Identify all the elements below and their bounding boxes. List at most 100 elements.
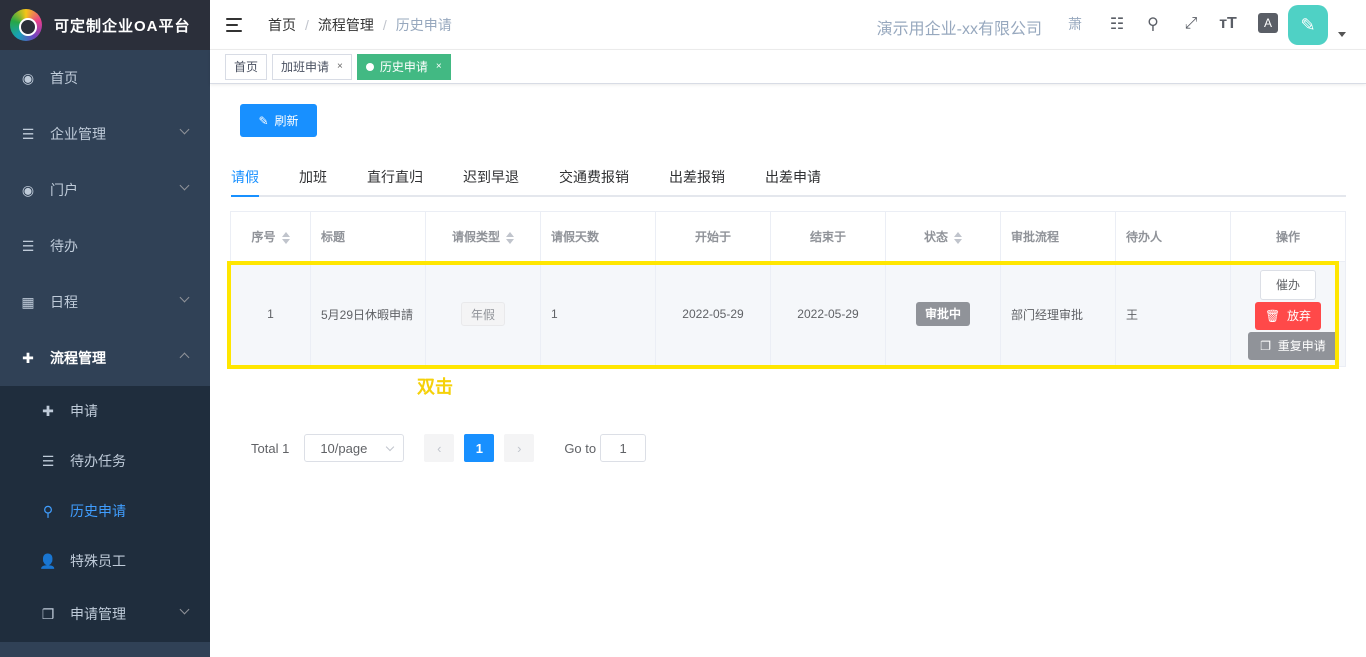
sidebar-item-apply[interactable]: ✚ 申请 [0,386,210,436]
col-start: 开始于 [655,211,771,262]
goto-label: Go to [564,440,597,456]
next-page-button[interactable]: › [504,434,535,462]
sidebar: 可定制企业OA平台 ◉ 首页 ☰ 企业管理 ◉ 门户 ☰ 待办 ▦ 日程 ✚ 流… [0,0,210,657]
abandon-button[interactable]: 🗑 放弃 [1255,302,1321,330]
page-button-current[interactable]: 1 [464,434,495,462]
refresh-button[interactable]: ✎ 刷新 [240,104,317,137]
leave-type-badge: 年假 [460,302,505,326]
list-icon: ☰ [41,452,55,469]
sidebar-item-history[interactable]: ⚲ 历史申请 [0,486,210,536]
avatar[interactable]: ✎ [1288,5,1328,45]
col-title: 标题 [310,211,426,262]
tab-trip-apply[interactable]: 出差申请 [765,160,821,195]
cell-index: 1 [230,261,311,367]
sort-icon [506,231,514,244]
flow-icon: ✚ [22,349,34,366]
tab-trip-expense[interactable]: 出差报销 [669,160,725,195]
search-icon: ⚲ [42,502,54,519]
grid-icon: ▦ [21,293,35,310]
tab-overtime[interactable]: 加班 [299,160,327,195]
chevron-down-icon [386,442,395,452]
navbar: 首页 / 流程管理 / 历史申请 演示用企业-xx有限公司 萧 ☷ ⚲ ⤢ тT… [210,0,1366,50]
chevron-down-icon [179,604,190,615]
col-status[interactable]: 状态 [885,211,1001,262]
tag-history[interactable]: 历史申请 × [356,53,451,80]
sidebar-item-todo[interactable]: ☰ 待办 [0,218,210,274]
copy-icon: ❐ [41,605,55,622]
menu-search-icon[interactable]: ☷ [1106,13,1128,35]
app-logo[interactable]: 可定制企业OA平台 [0,0,210,50]
edit-icon: ✎ [258,113,269,128]
col-days: 请假天数 [540,211,656,262]
chevron-down-icon [179,292,190,303]
double-click-annotation: 双击 [417,377,453,397]
tab-transport-expense[interactable]: 交通费报销 [559,160,629,195]
breadcrumb-home[interactable]: 首页 [268,15,296,35]
sidebar-item-schedule[interactable]: ▦ 日程 [0,274,210,330]
chevron-up-icon [179,352,190,363]
table-row[interactable]: 1 5月29日休暇申請 年假 1 2022-05-29 2022-05-29 审… [230,261,1346,367]
chevron-down-icon [179,124,190,135]
close-icon[interactable]: × [337,55,343,79]
repeat-apply-button[interactable]: ❐ 重复申请 [1248,332,1338,360]
col-actions: 操作 [1230,211,1346,262]
copy-icon: ❐ [1260,339,1272,353]
category-tabs: 请假 加班 直行直归 迟到早退 交通费报销 出差报销 出差申请 [231,160,1346,197]
col-type[interactable]: 请假类型 [425,211,541,262]
cell-title: 5月29日休暇申請 [310,261,426,367]
sidebar-item-apply-manage[interactable]: ❐ 申请管理 [0,586,210,642]
goto-input[interactable]: 1 [600,434,647,462]
list-icon: ☰ [21,125,35,142]
flow-icon: ✚ [42,402,54,419]
breadcrumb: 首页 / 流程管理 / 历史申请 [268,15,452,35]
pagination-total: Total 1 [251,440,290,456]
col-process: 审批流程 [1000,211,1116,262]
sidebar-item-company[interactable]: ☰ 企业管理 [0,106,210,162]
col-index[interactable]: 序号 [230,211,311,262]
font-size-icon[interactable]: тT [1217,13,1239,35]
close-icon[interactable]: × [436,55,442,79]
col-assignee: 待办人 [1115,211,1231,262]
user-short-name: 萧 [1068,16,1082,32]
col-end: 结束于 [770,211,886,262]
tags-view: 首页 加班申请 × 历史申请 × [210,50,1366,84]
tab-leave[interactable]: 请假 [231,160,259,197]
breadcrumb-current: 历史申请 [395,16,452,33]
pagination: Total 1 10/page ‹ 1 › Go to 1 [251,434,647,462]
user-icon: 👤 [39,552,57,569]
hamburger-icon[interactable] [226,17,244,32]
company-name: 演示用企业-xx有限公司 [876,21,1042,38]
sidebar-item-workflow[interactable]: ✚ 流程管理 [0,330,210,386]
sidebar-item-special-staff[interactable]: 👤 特殊员工 [0,536,210,586]
sort-icon [281,231,290,244]
cell-assignee: 王 [1115,261,1231,367]
active-dot-icon [365,62,374,71]
page-size-select[interactable]: 10/page [304,434,405,462]
trash-icon: 🗑 [1265,309,1281,323]
chevron-down-icon [179,180,190,191]
sidebar-item-pending-tasks[interactable]: ☰ 待办任务 [0,436,210,486]
tab-direct-go-return[interactable]: 直行直归 [367,160,423,195]
history-table: 序号 标题 请假类型 请假天数 开始于 结束于 状态 审批流程 待办人 操作 1… [230,211,1346,367]
status-badge: 审批中 [915,302,970,326]
table-header-row: 序号 标题 请假类型 请假天数 开始于 结束于 状态 审批流程 待办人 操作 [230,211,1346,262]
tag-overtime[interactable]: 加班申请 × [272,53,352,80]
translate-icon[interactable]: A [1258,13,1278,33]
search-icon[interactable]: ⚲ [1142,13,1164,35]
fullscreen-icon[interactable]: ⤢ [1180,13,1202,35]
caret-down-icon[interactable] [1338,32,1346,37]
tag-home[interactable]: 首页 [225,53,268,80]
sidebar-item-home[interactable]: ◉ 首页 [0,50,210,106]
prev-page-button[interactable]: ‹ [424,434,455,462]
cell-start: 2022-05-29 [655,261,771,367]
sort-icon [954,231,962,244]
urge-button[interactable]: 催办 [1260,270,1316,300]
workflow-submenu: ✚ 申请 ☰ 待办任务 ⚲ 历史申请 👤 特殊员工 ❐ 申请管理 [0,386,210,642]
cell-days: 1 [540,261,656,367]
sidebar-item-portal[interactable]: ◉ 门户 [0,162,210,218]
list-icon: ☰ [21,237,35,254]
dashboard-icon: ◉ [21,69,35,86]
breadcrumb-workflow[interactable]: 流程管理 [318,15,374,35]
tab-late-early[interactable]: 迟到早退 [463,160,519,195]
dashboard-icon: ◉ [21,181,35,198]
